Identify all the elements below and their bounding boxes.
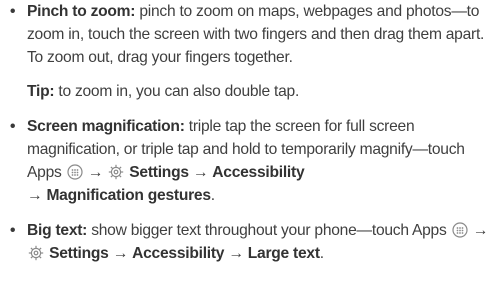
tip-label: Tip: [27,83,55,100]
settings-label: Settings [49,245,109,262]
list-item-screen-magnification: • Screen magnification: triple tap the s… [0,115,502,207]
list-item-pinch-to-zoom: • Pinch to zoom: pinch to zoom on maps, … [0,0,502,69]
magnification-title: Screen magnification: [27,118,185,135]
list-item-big-text: • Big text: show bigger text throughout … [0,219,502,265]
apps-icon [67,164,83,180]
arrow: → [468,222,489,239]
arrow: → [224,245,248,262]
magnification-gestures-label: Magnification gestures [46,187,211,204]
accessibility-label: Accessibility [132,245,225,262]
bullet: • [10,3,16,20]
settings-gear-icon [28,245,44,261]
bigtext-title: Big text: [27,222,88,239]
period: . [210,187,215,204]
settings-gear-icon [108,164,124,180]
tip-text: to zoom in, you can also double tap. [54,83,300,100]
apps-icon [452,222,468,238]
large-text-label: Large text [247,245,320,262]
tip-paragraph: Tip: to zoom in, you can also double tap… [0,80,502,103]
arrow: → [188,164,213,181]
bullet: • [10,118,16,135]
period: . [319,245,324,262]
arrow: → [83,164,108,181]
pinch-title: Pinch to zoom: [27,3,136,20]
document-body: • Pinch to zoom: pinch to zoom on maps, … [0,0,502,265]
bigtext-text: show bigger text throughout your phone—t… [87,222,451,239]
arrow: → [108,245,133,262]
arrow: → [27,187,47,204]
accessibility-label: Accessibility [212,164,305,181]
settings-label: Settings [129,164,189,181]
bullet: • [10,222,16,239]
